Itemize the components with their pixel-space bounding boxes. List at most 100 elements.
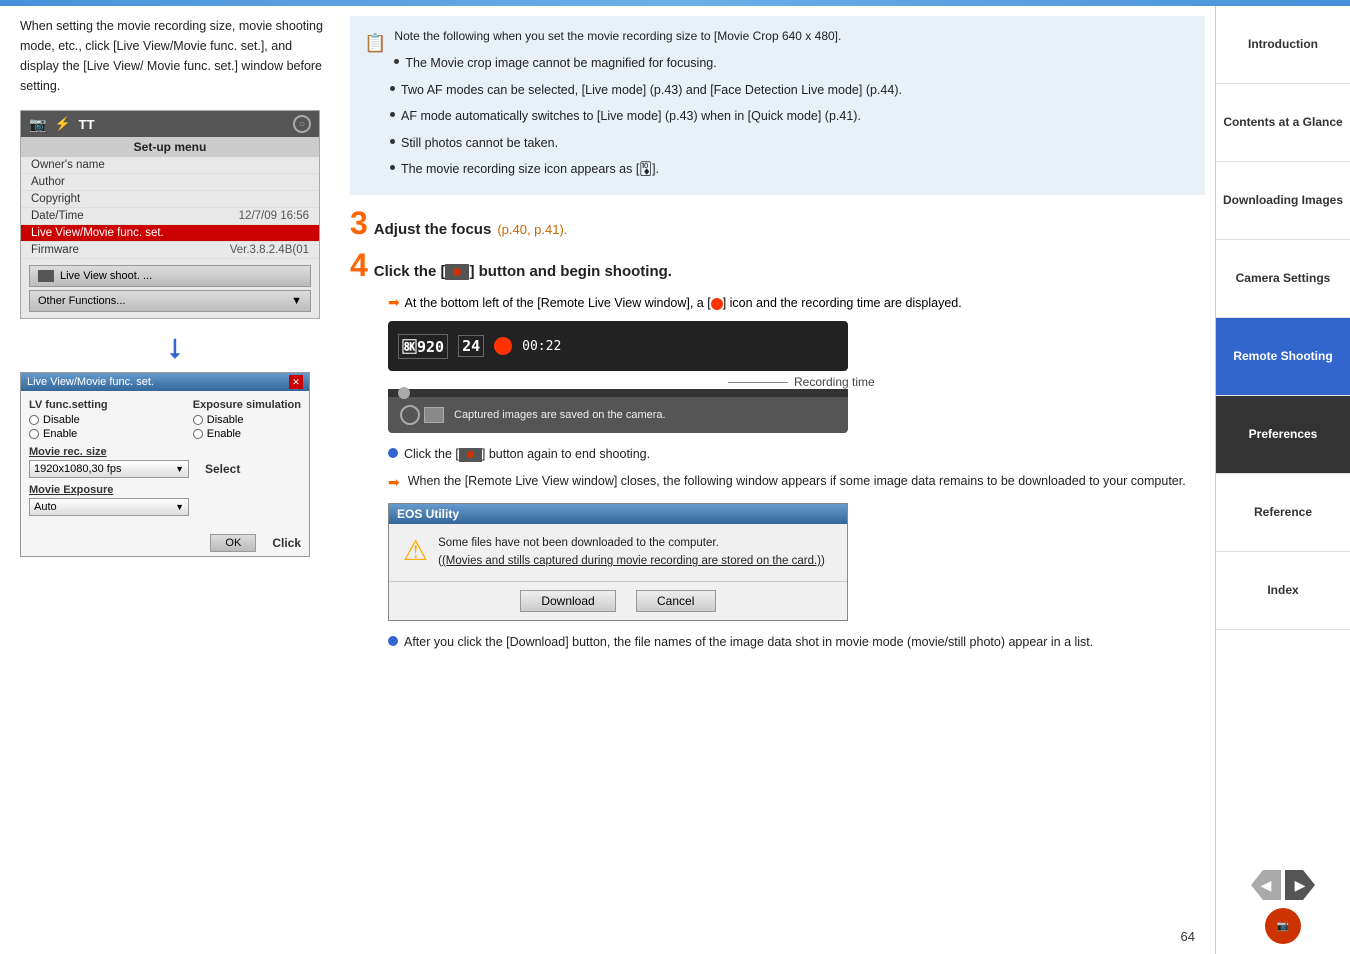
next-arrow: ▶ bbox=[1295, 877, 1306, 894]
recording-bar: 🆟920 24 00:22 bbox=[388, 321, 848, 371]
sidebar: IntroductionContents at a GlanceDownload… bbox=[1215, 6, 1350, 954]
step3-number: 3 bbox=[350, 207, 368, 239]
movie-rec-select[interactable]: 1920x1080,30 fps ▼ bbox=[29, 460, 189, 478]
note-icon: 📋 bbox=[364, 28, 386, 59]
captured-bar: Captured images are saved on the camera. bbox=[388, 397, 848, 433]
captured-text: Captured images are saved on the camera. bbox=[454, 409, 666, 421]
col2-header: Exposure simulation Disable Enable bbox=[193, 399, 301, 440]
live-view-shoot-btn[interactable]: Live View shoot. ... bbox=[29, 265, 311, 287]
cap-icon-circle bbox=[400, 405, 420, 425]
movie-rec-row: 1920x1080,30 fps ▼ Select bbox=[29, 460, 301, 478]
bullet-window-closes: ➡ When the [Remote Live View window] clo… bbox=[388, 470, 1205, 495]
annotation-line bbox=[728, 382, 788, 383]
col1-radio-disable[interactable]: Disable bbox=[29, 414, 108, 426]
dialog-content: LV func.setting Disable Enable bbox=[21, 391, 309, 530]
arrow-down: ⭣ bbox=[20, 333, 330, 366]
sidebar-bottom: ◀ ▶ 📷 bbox=[1216, 860, 1350, 954]
eos-download-btn[interactable]: Download bbox=[520, 590, 615, 612]
sidebar-item-introduction[interactable]: Introduction bbox=[1216, 6, 1350, 84]
dialog-titlebar: Live View/Movie func. set. ✕ bbox=[21, 373, 309, 391]
bullet-text: When the [Remote Live View window] close… bbox=[408, 470, 1186, 493]
sidebar-item-contents-at-a-glance[interactable]: Contents at a Glance bbox=[1216, 84, 1350, 162]
col2-radio-disable[interactable]: Disable bbox=[193, 414, 301, 426]
arrow-right: ➡ bbox=[388, 294, 400, 310]
radio-circle bbox=[193, 429, 203, 439]
eos-msg2-underline: (Movies and stills captured during movie… bbox=[442, 555, 821, 567]
step3-link[interactable]: (p.40, p.41). bbox=[497, 222, 567, 237]
sidebar-item-camera-settings[interactable]: Camera Settings bbox=[1216, 240, 1350, 318]
sidebar-item-preferences[interactable]: Preferences bbox=[1216, 396, 1350, 474]
sidebar-item-index[interactable]: Index bbox=[1216, 552, 1350, 630]
menu-row: Owner's name bbox=[21, 157, 319, 174]
sidebar-item-downloading-images[interactable]: Downloading Images bbox=[1216, 162, 1350, 240]
nav-next-btn[interactable]: ▶ bbox=[1285, 870, 1315, 900]
col2-radios: Disable Enable bbox=[193, 414, 301, 440]
col1-header: LV func.setting Disable Enable bbox=[29, 399, 108, 440]
rec-resolution: 🆟920 bbox=[398, 334, 448, 359]
after-bullets: After you click the [Download] button, t… bbox=[388, 631, 1205, 654]
step4-text: Click the [] button and begin shooting. bbox=[374, 263, 672, 280]
select-annotation: Select bbox=[205, 462, 240, 476]
other-functions-btn[interactable]: Other Functions... ▼ bbox=[29, 290, 311, 312]
camera-menu-box: 📷 ⚡ TT ○ Set-up menu Owner's nameAuthorC… bbox=[20, 110, 320, 319]
arrow-right-small: ➡ bbox=[388, 470, 400, 495]
eos-text-block: Some files have not been downloaded to t… bbox=[438, 534, 825, 571]
sidebar-items-container: IntroductionContents at a GlanceDownload… bbox=[1216, 6, 1350, 630]
camera-brand-text: 📷 bbox=[1277, 921, 1289, 932]
eos-body: ⚠ Some files have not been downloaded to… bbox=[389, 524, 847, 581]
sidebar-item-reference[interactable]: Reference bbox=[1216, 474, 1350, 552]
warning-icon: ⚠ bbox=[403, 534, 428, 567]
dialog-footer: OK Click bbox=[21, 530, 309, 556]
dropdown-arrow: ▼ bbox=[291, 295, 302, 307]
cap-icon-square bbox=[424, 407, 444, 423]
eos-dialog: EOS Utility ⚠ Some files have not been d… bbox=[388, 503, 848, 621]
eos-cancel-btn[interactable]: Cancel bbox=[636, 590, 716, 612]
col2-radio-enable[interactable]: Enable bbox=[193, 428, 301, 440]
col1-radio-enable[interactable]: Enable bbox=[29, 428, 108, 440]
right-column: 📋 Note the following when you set the mo… bbox=[340, 6, 1215, 954]
camera-brand-icon: 📷 bbox=[1265, 908, 1301, 944]
ok-button[interactable]: OK bbox=[210, 534, 256, 552]
tt-icon: TT bbox=[79, 117, 95, 132]
note-bullet-item: AF mode automatically switches to [Live … bbox=[390, 105, 1191, 128]
select-arrow: ▼ bbox=[175, 464, 184, 474]
sidebar-item-remote-shooting[interactable]: Remote Shooting bbox=[1216, 318, 1350, 396]
step4-content: ➡ At the bottom left of the [Remote Live… bbox=[388, 291, 1205, 653]
menu-row[interactable]: Live View/Movie func. set. bbox=[21, 225, 319, 242]
eos-msg2: ((Movies and stills captured during movi… bbox=[438, 552, 825, 570]
rec-progress-bar bbox=[388, 389, 848, 397]
movie-exp-label: Movie Exposure bbox=[29, 484, 301, 496]
rec-time: 00:22 bbox=[522, 339, 838, 354]
step3-text: Adjust the focus bbox=[374, 221, 492, 238]
nav-arrows: ◀ ▶ bbox=[1251, 870, 1315, 900]
dialog-title: Live View/Movie func. set. bbox=[27, 376, 154, 388]
power-icon: ○ bbox=[293, 115, 311, 133]
menu-title: Set-up menu bbox=[21, 137, 319, 157]
bullet-end-shooting: Click the [] button again to end shootin… bbox=[388, 443, 1205, 466]
menu-rows-container: Owner's nameAuthorCopyrightDate/Time12/7… bbox=[21, 157, 319, 259]
nav-prev-btn[interactable]: ◀ bbox=[1251, 870, 1281, 900]
step3-header: 3 Adjust the focus (p.40, p.41). bbox=[350, 207, 1205, 239]
step4-number: 4 bbox=[350, 249, 368, 281]
radio-label: Disable bbox=[43, 414, 80, 426]
page-number: 64 bbox=[1181, 929, 1195, 944]
note-text: Note the following when you set the movi… bbox=[394, 29, 841, 43]
movie-rec-label: Movie rec. size bbox=[29, 446, 301, 458]
radio-label: Enable bbox=[43, 428, 77, 440]
menu-row: FirmwareVer.3.8.2.4B(01 bbox=[21, 242, 319, 259]
camera-menu-topbar: 📷 ⚡ TT ○ bbox=[21, 111, 319, 137]
recording-time-label: Recording time bbox=[794, 375, 875, 389]
note-bullet-item: The Movie crop image cannot be magnified… bbox=[394, 52, 1191, 75]
prev-arrow: ◀ bbox=[1261, 877, 1272, 894]
dialog-box: Live View/Movie func. set. ✕ LV func.set… bbox=[20, 372, 310, 557]
radio-circle bbox=[29, 429, 39, 439]
dialog-close-btn[interactable]: ✕ bbox=[289, 375, 303, 389]
bullet-dot bbox=[388, 636, 398, 646]
note-bullets-list: The Movie crop image cannot be magnified… bbox=[390, 52, 1191, 181]
dialog-row-headers: LV func.setting Disable Enable bbox=[29, 399, 301, 440]
eos-buttons: Download Cancel bbox=[389, 581, 847, 620]
movie-exp-select[interactable]: Auto ▼ bbox=[29, 498, 189, 516]
step4-header: 4 Click the [] button and begin shooting… bbox=[350, 249, 1205, 281]
rec-dot bbox=[494, 337, 512, 355]
bolt-icon: ⚡ bbox=[54, 116, 70, 132]
